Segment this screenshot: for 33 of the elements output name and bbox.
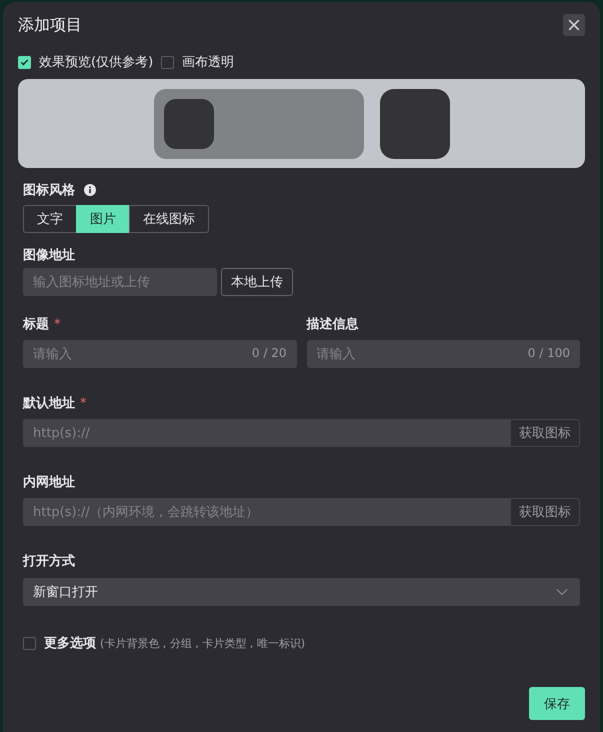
icon-placeholder (164, 98, 214, 148)
checkbox[interactable] (161, 56, 174, 68)
style-tab[interactable]: 在线图标 (129, 205, 209, 233)
checkbox-label: 画布透明 (182, 54, 234, 71)
field-label: 标题 (23, 316, 49, 333)
upload-button[interactable]: 本地上传 (221, 268, 293, 296)
field-label: 图像地址 (23, 247, 76, 264)
card-preview (380, 88, 450, 158)
field-label: 图标风格 (23, 182, 75, 199)
checkbox[interactable] (23, 636, 36, 650)
select-field[interactable]: 新窗口打开 (23, 578, 580, 606)
checkbox-label: 更多选项 (44, 635, 96, 652)
style-tab[interactable]: 图片 (76, 205, 130, 233)
required-mark: * (54, 316, 60, 332)
fetch-icon-button[interactable]: 获取图标 (510, 419, 580, 447)
fetch-icon-button[interactable]: 获取图标 (510, 498, 580, 526)
required-mark: * (80, 396, 86, 410)
info-icon (84, 184, 96, 196)
save-button[interactable]: 保存 (529, 687, 585, 720)
character-counter: 0 / 20 (252, 346, 286, 360)
field-label: 描述信息 (306, 316, 358, 333)
field-label: 内网地址 (23, 474, 75, 491)
dialog-title: 添加项目 (18, 14, 82, 36)
checkbox-label: 效果预览(仅供参考) (39, 54, 154, 71)
input-field[interactable]: http(s):// (23, 419, 510, 447)
input-field[interactable]: http(s)://（内网环境，会跳转该地址） (23, 498, 510, 526)
input-field[interactable]: 输入图标地址或上传 (23, 268, 217, 296)
close-button[interactable]: × (563, 14, 585, 36)
hint-text: (卡片背景色 , 分组 , 卡片类型 , 唯一标识) (100, 636, 306, 650)
chevron-down-icon (556, 588, 568, 596)
field-label: 默认地址 (23, 395, 75, 412)
character-counter: 0 / 100 (528, 346, 570, 360)
field-label: 打开方式 (23, 552, 75, 570)
